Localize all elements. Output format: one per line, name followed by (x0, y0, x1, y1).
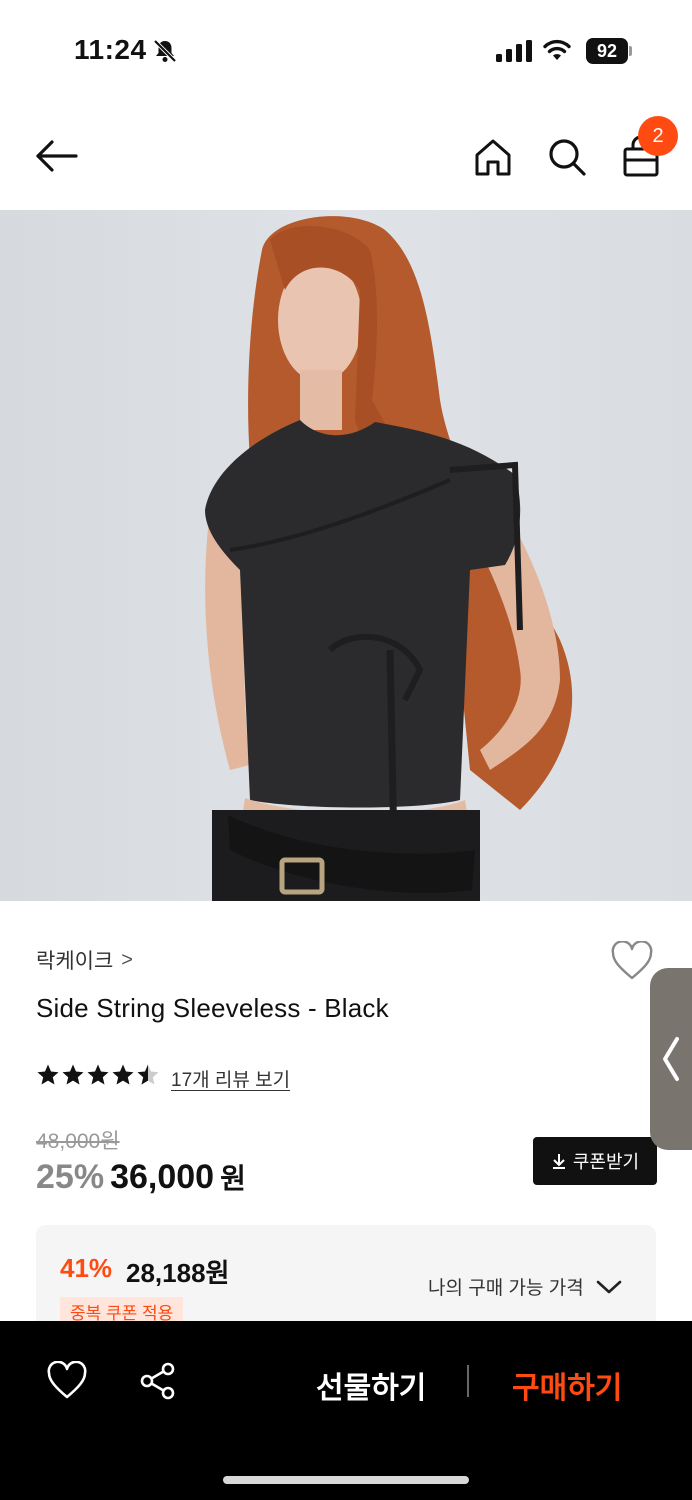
battery-indicator: 92 (586, 38, 632, 64)
chevron-right-icon: > (121, 948, 133, 971)
status-time: 11:24 (74, 34, 147, 65)
chevron-left-icon (663, 1037, 679, 1081)
gift-button[interactable]: 선물하기 (316, 1363, 426, 1407)
price-unit: 원 (220, 1163, 246, 1194)
bottom-action-bar: 선물하기 구매하기 (0, 1321, 692, 1500)
home-icon[interactable] (472, 136, 514, 178)
rating-stars (36, 1063, 160, 1087)
coupon-button-label: 쿠폰받기 (572, 1152, 640, 1172)
product-image[interactable] (0, 210, 692, 901)
star-full-icon (37, 1064, 59, 1085)
heart-icon[interactable] (46, 1361, 88, 1401)
battery-cap (629, 46, 632, 56)
heart-icon[interactable] (610, 941, 654, 981)
my-price-box[interactable]: 41% 28,188원 나의 구매 가능 가격 중복 쿠폰 적용 (36, 1225, 656, 1335)
chevron-down-icon (596, 1280, 621, 1293)
my-price-label: 나의 구매 가능 가격 (428, 1278, 584, 1299)
model-photo (205, 216, 573, 901)
side-panel-tab[interactable] (650, 968, 692, 1150)
star-full-icon (87, 1064, 109, 1085)
star-full-icon (112, 1064, 134, 1085)
download-icon (552, 1154, 565, 1169)
product-info: 락케이크 > Side String Sleeveless - Black 17… (0, 901, 692, 1335)
star-full-icon (62, 1064, 84, 1085)
wifi-icon (543, 39, 571, 60)
bell-off-icon (153, 39, 177, 63)
original-price: 48,000원 (36, 1130, 120, 1153)
discount-rate: 25% (36, 1158, 105, 1196)
share-icon[interactable] (138, 1361, 178, 1401)
brand-link[interactable]: 락케이크 > (36, 945, 133, 975)
search-icon[interactable] (546, 136, 588, 178)
top-nav (0, 110, 692, 210)
product-title: Side String Sleeveless - Black (36, 993, 389, 1023)
cart-count-badge: 2 (638, 116, 678, 156)
battery-level: 92 (586, 38, 628, 64)
buy-button[interactable]: 구매하기 (512, 1363, 622, 1407)
coupon-download-button[interactable]: 쿠폰받기 (533, 1137, 657, 1185)
my-price-value: 28,188원 (126, 1258, 230, 1288)
home-indicator (223, 1476, 469, 1484)
divider (467, 1365, 469, 1397)
status-bar: 11:24 92 (0, 0, 692, 100)
review-link[interactable]: 17개 리뷰 보기 (171, 1065, 290, 1092)
my-price-toggle[interactable]: 나의 구매 가능 가격 (428, 1273, 622, 1300)
arrow-left-icon[interactable] (32, 136, 80, 176)
star-half-icon (137, 1064, 159, 1085)
cellular-signal-icon (496, 40, 532, 62)
my-price-discount: 41% (60, 1253, 113, 1283)
brand-name: 락케이크 (36, 950, 114, 973)
price-row: 25% 36,000 원 (36, 1157, 246, 1197)
sale-price: 36,000 (110, 1158, 215, 1196)
